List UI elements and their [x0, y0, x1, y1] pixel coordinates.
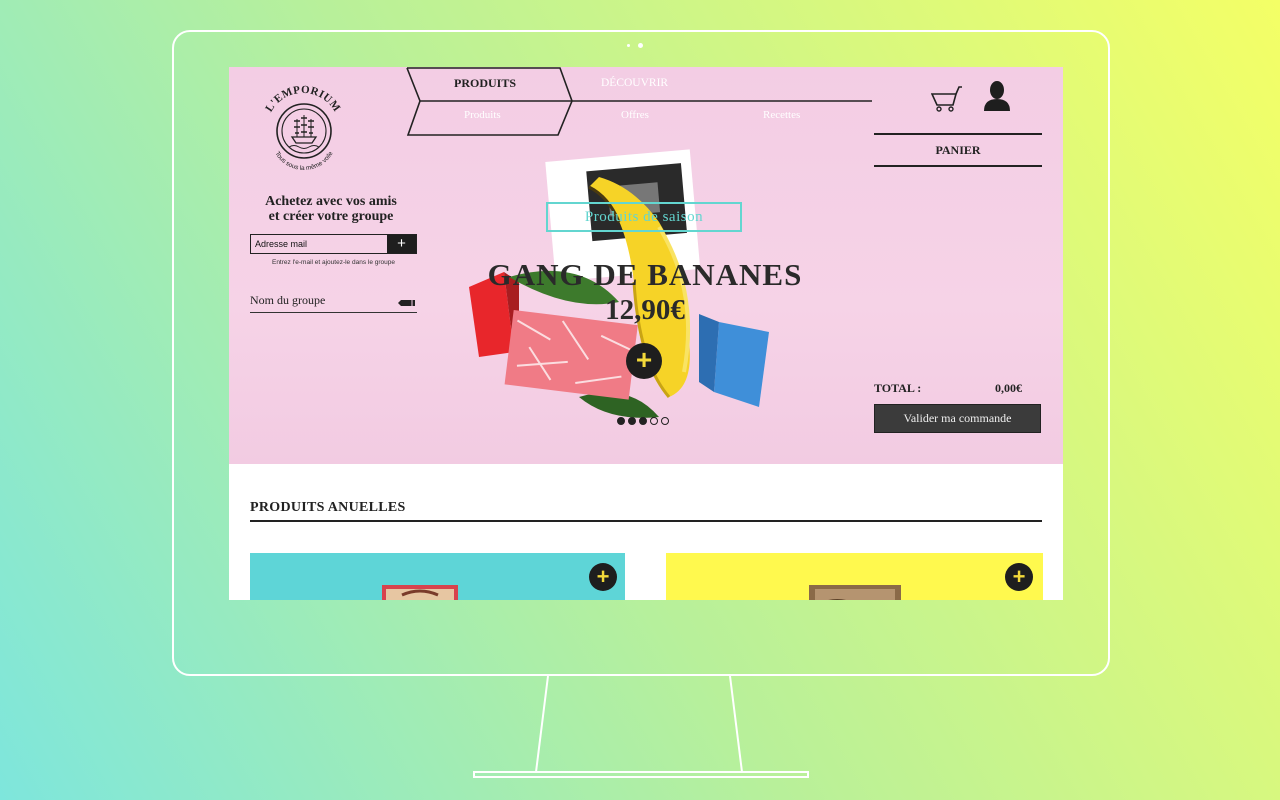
- product-card-image: [809, 585, 901, 600]
- product-card[interactable]: +: [250, 553, 625, 600]
- svg-text:L'EMPORIUM: L'EMPORIUM: [263, 84, 343, 114]
- email-form: +: [250, 234, 417, 254]
- cart-total-value: 0,00€: [995, 381, 1022, 395]
- monitor-sensor: [627, 44, 630, 47]
- monitor-stand: [535, 676, 743, 773]
- emporium-logo: L'EMPORIUM Tous sous la même voile: [263, 84, 343, 172]
- user-icon[interactable]: [981, 80, 1013, 112]
- logo-brand-text: L'EMPORIUM: [263, 84, 342, 114]
- email-input[interactable]: [251, 235, 387, 253]
- group-name-field[interactable]: Nom du groupe: [250, 293, 417, 313]
- slider-dots: [617, 417, 669, 425]
- card-add-button[interactable]: +: [1005, 563, 1033, 591]
- validate-order-button[interactable]: Valider ma commande: [874, 404, 1041, 433]
- group-invite-title-line1: Achetez avec vos amis: [265, 194, 397, 209]
- monitor-camera: [638, 43, 643, 48]
- hero-add-to-cart-button[interactable]: +: [626, 343, 662, 379]
- nav-produits[interactable]: PRODUITS: [435, 76, 535, 91]
- pencil-icon[interactable]: [397, 299, 417, 307]
- slider-dot-5[interactable]: [661, 417, 669, 425]
- add-email-button[interactable]: +: [387, 235, 416, 253]
- panier-header: PANIER: [874, 133, 1042, 167]
- hero-product-title: GANG DE BANANES: [487, 257, 803, 292]
- email-hint: Entrez l'e-mail et ajoutez-le dans le gr…: [271, 259, 395, 266]
- slider-dot-3[interactable]: [639, 417, 647, 425]
- subnav-offres[interactable]: Offres: [621, 109, 649, 121]
- cart-total-label: TOTAL :: [874, 381, 922, 395]
- website-screen: L'EMPORIUM Tous sous la même voile Achet…: [229, 67, 1063, 600]
- monitor-base: [473, 771, 809, 778]
- card-add-button[interactable]: +: [589, 563, 617, 591]
- product-card[interactable]: +: [666, 553, 1043, 600]
- cart-icon[interactable]: [931, 85, 963, 113]
- hero-product-price: 12,90€: [605, 294, 685, 326]
- nav-decouvrir[interactable]: DÉCOUVRIR: [601, 77, 668, 89]
- product-card-image: [382, 585, 458, 600]
- section-title-annual-products: PRODUITS ANUELLES: [250, 500, 1042, 522]
- slider-dot-4[interactable]: [650, 417, 658, 425]
- slider-dot-1[interactable]: [617, 417, 625, 425]
- group-invite-title: Achetez avec vos amis et créer votre gro…: [249, 194, 413, 224]
- hero-banner: L'EMPORIUM Tous sous la même voile Achet…: [229, 67, 1063, 464]
- group-name-label: Nom du groupe: [250, 293, 326, 307]
- subnav-recettes[interactable]: Recettes: [763, 109, 800, 121]
- subnav-produits[interactable]: Produits: [464, 109, 501, 121]
- season-badge: Produits de saison: [546, 202, 742, 232]
- group-invite-title-line2: et créer votre groupe: [268, 209, 394, 224]
- slider-dot-2[interactable]: [628, 417, 636, 425]
